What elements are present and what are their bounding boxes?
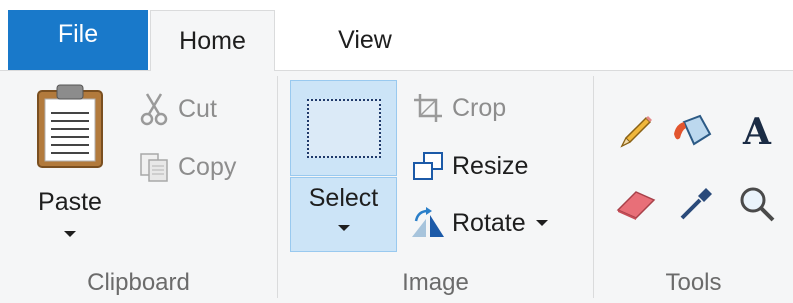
clipboard-icon <box>35 83 105 174</box>
paste-dropdown-caret[interactable] <box>64 231 76 237</box>
scissors-icon <box>136 91 172 127</box>
eraser-icon[interactable] <box>612 180 660 228</box>
copy-button[interactable]: Copy <box>136 149 236 185</box>
crop-icon <box>410 90 446 126</box>
tab-home[interactable]: Home <box>150 10 275 71</box>
color-picker-icon[interactable] <box>672 180 720 228</box>
cut-label: Cut <box>178 94 217 123</box>
select-dropdown-button[interactable]: Select <box>290 177 397 252</box>
magnifier-icon[interactable] <box>733 180 781 228</box>
clipboard-group: Paste Cut Copy Clipboard <box>0 71 277 303</box>
image-group-label: Image <box>402 269 469 296</box>
rotate-button[interactable]: Rotate <box>410 205 548 241</box>
rotate-label: Rotate <box>452 208 526 237</box>
crop-button[interactable]: Crop <box>410 90 506 126</box>
rotate-dropdown-caret <box>535 220 548 226</box>
resize-button[interactable]: Resize <box>410 148 528 184</box>
ribbon-tab-bar: File Home View <box>0 0 793 71</box>
text-icon[interactable]: A <box>733 108 781 156</box>
clipboard-group-label: Clipboard <box>87 269 190 296</box>
tab-file[interactable]: File <box>8 10 148 70</box>
cut-button[interactable]: Cut <box>136 91 217 127</box>
resize-label: Resize <box>452 151 529 180</box>
tab-view-label: View <box>338 25 392 54</box>
paste-label: Paste <box>38 188 102 216</box>
select-dropdown-caret <box>337 225 350 231</box>
rotate-icon <box>410 205 446 241</box>
fill-bucket-icon[interactable] <box>668 108 716 156</box>
tab-file-label: File <box>57 19 99 48</box>
select-label: Select <box>308 184 379 212</box>
pencil-icon[interactable] <box>612 108 660 156</box>
select-button[interactable] <box>290 80 397 176</box>
tools-group-label: Tools <box>665 269 722 296</box>
copy-label: Copy <box>178 152 237 181</box>
resize-icon <box>410 148 446 184</box>
paste-button[interactable]: Paste <box>30 83 110 243</box>
selection-rectangle-icon <box>306 98 381 158</box>
tab-home-label: Home <box>179 26 246 55</box>
copy-icon <box>136 149 172 185</box>
crop-label: Crop <box>452 93 507 122</box>
tab-view[interactable]: View <box>305 10 425 70</box>
